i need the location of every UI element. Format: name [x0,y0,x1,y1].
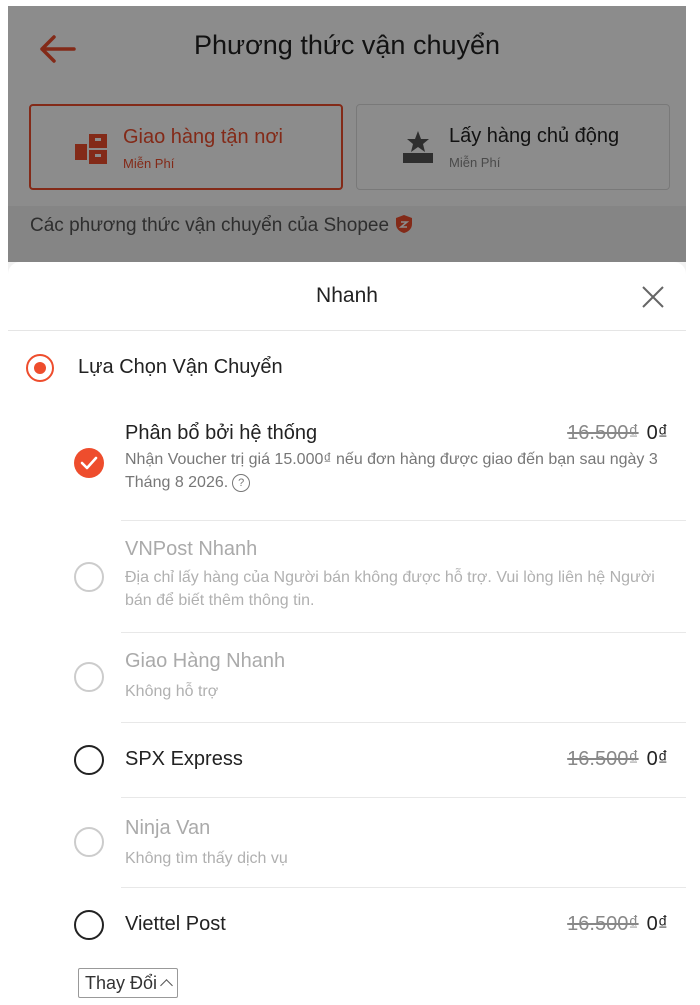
carrier-desc: Nhận Voucher trị giá 15.000₫ nếu đơn hàn… [125,448,670,494]
carrier-radio[interactable] [74,745,104,775]
new-price: 0₫ [646,422,668,444]
new-price: 0₫ [646,913,668,935]
carrier-desc: Địa chỉ lấy hàng của Người bán không đượ… [125,569,655,609]
carrier-name: Ninja Van [125,817,211,839]
carrier-price: 16.500₫ 0₫ [567,748,668,771]
chevron-up-icon [160,979,173,992]
help-icon[interactable]: ? [232,474,251,492]
carrier-option-system[interactable]: Phân bổ bởi hệ thống 16.500₫ 0₫ Nhận Vouc… [8,414,686,522]
carrier-name: Giao Hàng Nhanh [125,650,286,672]
divider [121,797,686,798]
carrier-name: VNPost Nhanh [125,538,258,560]
change-label: Thay Đổi [85,973,158,993]
carrier-name: Phân bổ bởi hệ thống [125,422,318,444]
carrier-radio-disabled [74,827,104,857]
shipping-choice-label: Lựa Chọn Vận Chuyển [78,356,283,378]
carrier-radio-disabled [74,662,104,692]
carrier-radio-disabled [74,562,104,592]
divider [121,722,686,723]
change-button[interactable]: Thay Đổi [78,968,179,998]
shipping-bottom-sheet: Nhanh Lựa Chọn Vận Chuyển Phân bổ bởi hệ… [8,262,686,1004]
carrier-option-ghn: Giao Hàng Nhanh Không hỗ trợ [8,638,686,722]
close-icon[interactable] [640,284,666,310]
old-price: 16.500₫ [567,422,639,444]
carrier-price: 16.500₫ 0₫ [567,422,668,445]
carrier-radio[interactable] [74,910,104,940]
carrier-option-viettel[interactable]: Viettel Post 16.500₫ 0₫ [8,893,686,959]
shipping-choice-radio[interactable] [26,354,54,382]
divider [121,887,686,888]
carrier-name: Viettel Post [125,913,226,935]
old-price: 16.500₫ [567,748,639,770]
new-price: 0₫ [646,748,668,770]
divider [121,632,686,633]
carrier-name: SPX Express [125,748,243,770]
old-price: 16.500₫ [567,913,639,935]
divider [121,520,686,521]
voucher-text: Nhận Voucher trị giá 15.000₫ nếu đơn hàn… [125,451,658,491]
sheet-title: Nhanh [316,284,378,307]
carrier-desc: Không tìm thấy dịch vụ [125,850,288,867]
carrier-option-spx[interactable]: SPX Express 16.500₫ 0₫ [8,728,686,798]
check-icon[interactable] [74,448,104,478]
carrier-option-ninjavan: Ninja Van Không tìm thấy dịch vụ [8,803,686,887]
carrier-price: 16.500₫ 0₫ [567,913,668,936]
divider [8,330,686,331]
dim-overlay[interactable] [8,6,686,262]
carrier-option-vnpost: VNPost Nhanh Địa chỉ lấy hàng của Người … [8,526,686,632]
carrier-desc: Không hỗ trợ [125,683,219,700]
